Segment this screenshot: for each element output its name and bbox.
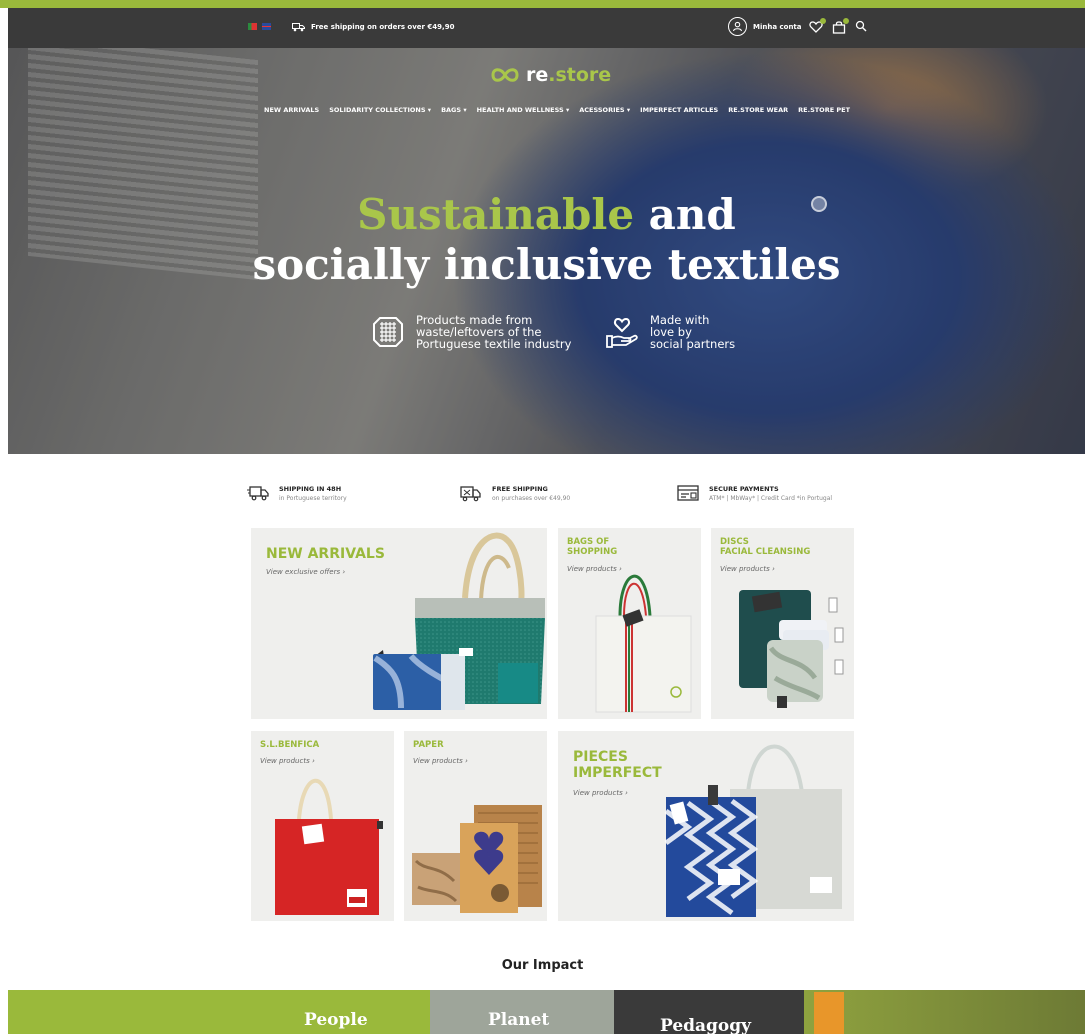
impact-tab-pedagogy[interactable]: Pedagogy [614, 990, 804, 1034]
accessibility-icon[interactable] [811, 196, 827, 212]
top-accent-bar [0, 0, 1085, 8]
headline-line-2: socially inclusive textiles [252, 240, 841, 289]
nav-restore-wear[interactable]: RE.STORE WEAR [728, 106, 788, 114]
logo-text: re.store [526, 64, 611, 86]
product-image-beach-bag [373, 532, 545, 710]
portuguese-flag-icon[interactable] [248, 23, 257, 30]
benefit-subtitle: in Portuguese territory [279, 494, 347, 502]
benefit-subtitle: on purchases over €49,90 [492, 494, 571, 502]
truck-icon [247, 486, 269, 501]
product-image-imperfect-bags [664, 744, 842, 917]
logo-text-suffix: .store [548, 64, 612, 86]
nav-imperfect-articles[interactable]: IMPERFECT ARTICLES [640, 106, 718, 114]
category-tile-shopping-bags[interactable]: BAGS OF SHOPPING View products › [558, 528, 701, 719]
benefit-shipping-48h: SHIPPING IN 48H in Portuguese territory [247, 484, 347, 502]
wishlist-icon[interactable] [809, 18, 826, 34]
free-shipping-icon [460, 486, 481, 502]
header-actions [809, 18, 869, 34]
site-logo[interactable]: re.store [490, 64, 611, 86]
shipping-note-text: Free shipping on orders over €49,90 [311, 23, 455, 31]
nav-bags[interactable]: BAGS [441, 106, 467, 114]
truck-icon [292, 23, 305, 32]
impact-sdg-panel [804, 990, 1085, 1034]
cart-icon[interactable] [832, 18, 849, 34]
feature-textile-waste-text: Products made from waste/leftovers of th… [416, 313, 572, 351]
nav-acessories[interactable]: ACESSORIES [579, 106, 630, 114]
top-bar: Free shipping on orders over €49,90 Minh… [8, 8, 1085, 48]
account-label: Minha conta [753, 22, 802, 31]
benefit-title: FREE SHIPPING [492, 484, 548, 493]
feature-social-partners: Made with love by social partners [604, 314, 735, 350]
category-tile-facial-discs[interactable]: DISCS FACIAL CLEANSING View products › [711, 528, 854, 719]
cart-count-badge [843, 18, 849, 24]
main-navigation: NEW ARRIVALS SOLIDARITY COLLECTIONS BAGS… [264, 106, 850, 114]
impact-tab-planet-label: Planet [488, 1010, 550, 1030]
account-link[interactable]: Minha conta [728, 17, 802, 36]
nav-solidarity-collections[interactable]: SOLIDARITY COLLECTIONS [329, 106, 431, 114]
hero-headline: Sustainable and socially inclusive texti… [8, 190, 1085, 290]
nav-new-arrivals[interactable]: NEW ARRIVALS [264, 106, 319, 114]
english-flag-icon[interactable] [262, 23, 271, 30]
fabric-icon [373, 317, 403, 347]
product-image-paper [412, 805, 542, 913]
feature-textile-waste: Products made from waste/leftovers of th… [370, 314, 571, 350]
impact-tab-people-label: People [304, 1010, 368, 1030]
impact-tab-people[interactable]: People [8, 990, 430, 1034]
hero-banner: re.store NEW ARRIVALS SOLIDARITY COLLECT… [8, 48, 1085, 454]
product-image-shopping-bag [595, 574, 692, 713]
wishlist-count-badge [820, 18, 826, 24]
benefit-subtitle: ATM* | MbWay* | Credit Card *in Portugal [709, 494, 833, 502]
benefit-free-shipping: FREE SHIPPING on purchases over €49,90 [460, 484, 570, 502]
benefit-title: SHIPPING IN 48H [279, 484, 342, 493]
feature-social-partners-text: Made with love by social partners [650, 313, 736, 351]
user-icon [728, 17, 747, 36]
category-tile-new-arrivals[interactable]: NEW ARRIVALS View exclusive offers › [251, 528, 547, 719]
benefit-title: SECURE PAYMENTS [709, 484, 779, 493]
category-tile-paper[interactable]: PAPER View products › [404, 731, 547, 921]
product-image-facial-discs [739, 590, 844, 708]
impact-tab-planet[interactable]: Planet [430, 990, 614, 1034]
payment-icon [677, 485, 699, 501]
heart-in-hand-icon [606, 317, 638, 348]
impact-section-title: Our Impact [501, 958, 584, 973]
product-image-benfica-bag [275, 778, 383, 915]
nav-restore-pet[interactable]: RE.STORE PET [798, 106, 850, 114]
headline-rest: and [634, 190, 736, 239]
language-switcher [248, 23, 271, 30]
sdg-badge-icon [814, 992, 844, 1034]
search-icon[interactable] [855, 20, 869, 34]
infinity-logo-icon [491, 68, 519, 82]
category-tile-benfica[interactable]: S.L.BENFICA View products › [251, 731, 394, 921]
shipping-note: Free shipping on orders over €49,90 [292, 22, 454, 32]
benefit-secure-payments: SECURE PAYMENTS ATM* | MbWay* | Credit C… [677, 484, 832, 502]
nav-health-and-wellness[interactable]: HEALTH AND WELLNESS [477, 106, 570, 114]
impact-tab-pedagogy-label: Pedagogy [660, 1016, 752, 1034]
impact-tabs: People Planet Pedagogy [8, 990, 1085, 1034]
headline-accent: Sustainable [357, 190, 635, 239]
logo-text-prefix: re [526, 64, 549, 86]
category-tile-imperfect[interactable]: PIECES IMPERFECT View products › [558, 731, 854, 921]
